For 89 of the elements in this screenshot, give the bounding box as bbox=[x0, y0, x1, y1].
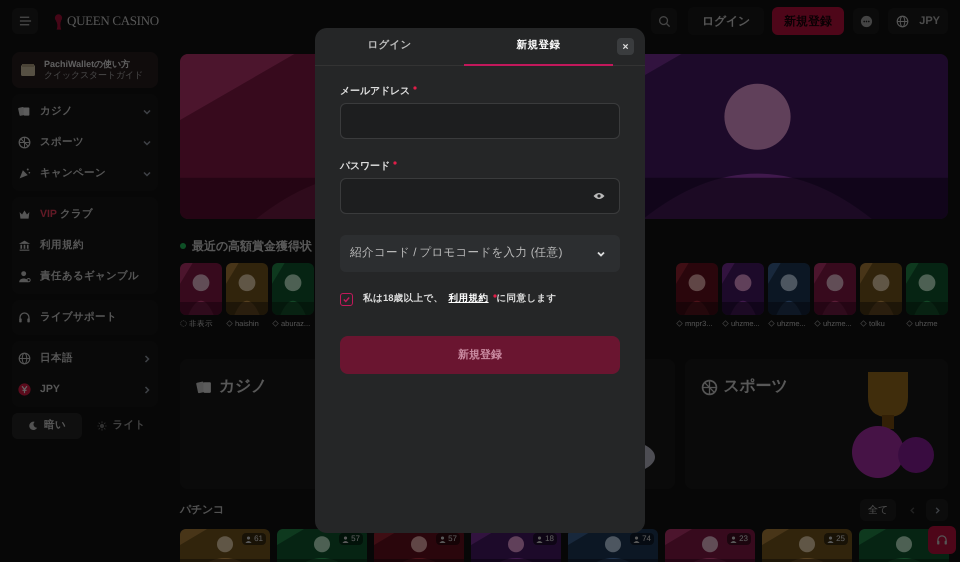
ball-icon bbox=[18, 136, 31, 149]
chevron-left-icon bbox=[908, 506, 916, 515]
user-icon bbox=[245, 536, 252, 543]
sun-icon bbox=[96, 421, 106, 431]
eye-icon[interactable] bbox=[593, 192, 605, 200]
chevron-right-icon bbox=[142, 354, 152, 364]
vip-label: VIP bbox=[40, 206, 57, 222]
item-label: キャンペーン bbox=[40, 166, 107, 181]
cards-icon bbox=[196, 378, 213, 396]
diamond-icon bbox=[722, 320, 729, 328]
moon-icon bbox=[28, 421, 38, 431]
view-all-button[interactable]: 全て bbox=[860, 499, 896, 522]
headset-icon bbox=[18, 311, 31, 324]
checkmark-icon bbox=[342, 294, 351, 304]
sidebar-item[interactable]: 利用規約 bbox=[12, 230, 158, 261]
hidden-user-icon bbox=[180, 320, 187, 328]
sidebar-item[interactable]: JPY bbox=[12, 374, 158, 405]
theme-option[interactable]: 暗い bbox=[12, 413, 82, 439]
item-label: 責任あるギャンブル bbox=[40, 268, 140, 284]
diamond-icon bbox=[272, 320, 279, 328]
chevron-right-icon bbox=[142, 384, 152, 394]
search-button[interactable] bbox=[651, 8, 678, 34]
crown-icon bbox=[18, 208, 31, 221]
close-icon bbox=[622, 43, 629, 50]
live-dot-icon bbox=[180, 243, 186, 249]
user-icon bbox=[827, 536, 834, 543]
sidebar-item[interactable]: 日本語 bbox=[12, 343, 158, 374]
section-title: 最近の高額賞金獲得状 bbox=[192, 238, 312, 255]
category-title: カジノ bbox=[219, 377, 267, 398]
diamond-icon bbox=[814, 320, 821, 328]
section-title: パチンコ bbox=[180, 503, 225, 518]
diamond-icon bbox=[676, 320, 683, 328]
item-label: JPY bbox=[40, 382, 61, 397]
chat-icon bbox=[860, 14, 873, 28]
globe-icon bbox=[18, 352, 31, 365]
dialog-tab[interactable]: 新規登録 bbox=[464, 28, 613, 66]
email-field[interactable] bbox=[340, 103, 620, 139]
search-icon bbox=[658, 14, 671, 28]
close-button[interactable] bbox=[617, 38, 634, 55]
diamond-icon bbox=[860, 320, 867, 328]
user-icon bbox=[633, 536, 640, 543]
theme-option[interactable]: ライト bbox=[86, 413, 156, 439]
field-label: パスワード bbox=[340, 160, 390, 174]
cards-icon bbox=[18, 105, 31, 118]
sidebar-item[interactable]: キャンペーン bbox=[12, 158, 158, 189]
dialog-tab[interactable]: ログイン bbox=[315, 28, 464, 66]
bank-icon bbox=[18, 239, 31, 252]
menu-button[interactable] bbox=[12, 8, 38, 34]
chevron-right-icon bbox=[932, 506, 942, 515]
item-label: クラブ bbox=[60, 206, 93, 222]
user-icon bbox=[730, 536, 738, 543]
person-icon bbox=[18, 270, 31, 283]
item-label: カジノ bbox=[40, 104, 74, 119]
sidebar-item[interactable]: ライブサポート bbox=[12, 302, 158, 333]
party-popper-icon bbox=[18, 167, 31, 180]
category-title: スポーツ bbox=[724, 377, 788, 398]
diamond-icon bbox=[226, 320, 233, 328]
logo-text: QUEEN CASINO bbox=[67, 12, 159, 30]
chat-button[interactable] bbox=[853, 8, 880, 34]
yen-icon bbox=[18, 383, 31, 396]
wallet-icon bbox=[20, 62, 36, 78]
user-icon bbox=[342, 536, 350, 543]
user-icon bbox=[439, 536, 446, 543]
promo-code-dropdown[interactable]: 紹介コード / プロモコードを入力 (任意) bbox=[340, 235, 620, 272]
globe-icon bbox=[896, 14, 910, 28]
support-button[interactable] bbox=[928, 526, 956, 554]
headset-icon bbox=[936, 534, 948, 546]
item-label: スポーツ bbox=[40, 134, 85, 150]
diamond-icon bbox=[768, 320, 775, 328]
terms-link[interactable]: 利用規約 bbox=[448, 292, 489, 306]
item-label: ライブサポート bbox=[40, 310, 118, 325]
user-icon bbox=[536, 536, 544, 543]
sidebar-item[interactable]: カジノ bbox=[12, 96, 158, 127]
field-label: メールアドレス bbox=[340, 84, 410, 98]
sidebar-item[interactable]: 責任あるギャンブル bbox=[12, 261, 158, 292]
item-label: 日本語 bbox=[40, 350, 74, 366]
agreement-checkbox[interactable] bbox=[340, 292, 353, 306]
ball-icon bbox=[700, 378, 718, 396]
sidebar-item[interactable]: スポーツ bbox=[12, 127, 158, 158]
queen-logo-icon bbox=[54, 12, 63, 30]
agreement-text: 私は18歳以上で、 利用規約 に同意します bbox=[363, 292, 557, 306]
next-button[interactable] bbox=[926, 499, 948, 522]
currency-button[interactable]: JPY bbox=[888, 8, 948, 34]
menu-icon bbox=[18, 15, 32, 27]
promo-title: PachiWalletの使い方 bbox=[44, 58, 132, 70]
password-field[interactable] bbox=[340, 178, 620, 214]
item-label: 利用規約 bbox=[40, 238, 85, 253]
diamond-icon bbox=[906, 320, 913, 328]
sidebar-item[interactable]: VIP クラブ bbox=[12, 199, 158, 230]
